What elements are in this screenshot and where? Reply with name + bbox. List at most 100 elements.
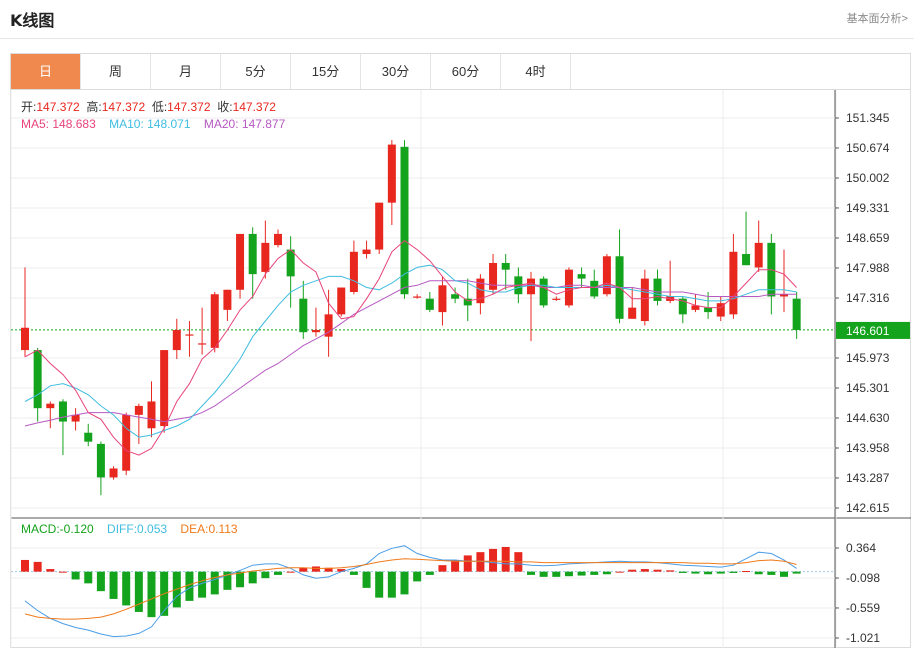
candle-body <box>185 334 194 336</box>
macd-bar <box>640 569 649 572</box>
price-tick-label: 150.002 <box>846 171 890 185</box>
candle-body <box>286 249 295 277</box>
macd-bar <box>742 571 751 573</box>
macd-panel <box>21 545 801 638</box>
macd-bar <box>33 561 42 572</box>
macd-tick-label: -0.559 <box>846 601 880 615</box>
macd-bar <box>311 566 320 572</box>
price-tick-label: 147.988 <box>846 261 890 275</box>
candle-body <box>413 296 422 298</box>
price-tick-label: 143.958 <box>846 441 890 455</box>
candle-body <box>602 256 611 295</box>
macd-bar <box>691 571 700 574</box>
price-tick-label: 148.659 <box>846 231 890 245</box>
ohlc-readout: 开:147.372 高:147.372 低:147.372 收:147.372 <box>21 98 276 115</box>
ma5-line <box>24 239 797 456</box>
candle-body <box>729 251 738 315</box>
macd-bar <box>84 571 93 584</box>
candle-body <box>438 285 447 313</box>
price-tick-label: 145.973 <box>846 351 890 365</box>
candle-body <box>96 443 105 478</box>
ma10-label: MA10: <box>109 117 144 131</box>
macd-bar <box>653 569 662 572</box>
candle-body <box>362 249 371 255</box>
price-tick-label: 143.287 <box>846 471 890 485</box>
macd-bar <box>248 571 257 584</box>
candle-body <box>274 233 282 246</box>
macd-bar <box>754 571 763 575</box>
macd-bar <box>387 571 396 598</box>
macd-bar <box>109 571 118 599</box>
ma20-label: MA20: <box>203 117 239 131</box>
macd-bar <box>236 571 245 588</box>
price-tick-label: 150.674 <box>846 141 890 155</box>
candle-body <box>223 289 232 310</box>
macd-bar <box>185 571 194 601</box>
close-label: 收: <box>217 100 233 114</box>
macd-bar <box>602 571 611 575</box>
macd-bar <box>590 571 599 575</box>
ma5-value: 148.683 <box>52 117 96 131</box>
candles <box>21 140 801 496</box>
candle-body <box>387 144 396 203</box>
current-price-label: 146.601 <box>846 324 890 338</box>
candle-body <box>134 405 143 415</box>
candle-body <box>742 254 751 266</box>
candle-body <box>653 278 662 301</box>
macd-tick-label: 0.364 <box>846 541 876 555</box>
candle-body <box>640 278 649 322</box>
candle-body <box>590 280 599 297</box>
dea-label: DEA: <box>180 522 209 536</box>
macd-bar <box>780 571 788 577</box>
close-value: 147.372 <box>232 100 276 114</box>
candle-body <box>84 432 93 442</box>
candle-body <box>46 403 55 409</box>
candle-body <box>160 350 169 427</box>
macd-bar <box>375 571 384 598</box>
macd-bar <box>122 571 131 606</box>
candle-body <box>375 202 384 250</box>
high-value: 147.372 <box>101 100 146 114</box>
macd-value: -0.120 <box>59 522 94 536</box>
macd-bar <box>400 571 409 595</box>
macd-bar <box>539 571 548 577</box>
open-label: 开: <box>21 100 37 114</box>
candle-body <box>704 307 713 313</box>
macd-bar <box>564 571 573 577</box>
macd-tick-label: -1.021 <box>846 631 880 645</box>
macd-bar <box>552 571 561 577</box>
macd-bar <box>527 571 535 575</box>
candle-body <box>109 468 118 478</box>
candle-body <box>337 287 346 315</box>
macd-bar <box>362 571 371 588</box>
macd-bar <box>71 571 80 580</box>
candle-body <box>198 343 207 345</box>
candle-body <box>210 294 219 348</box>
candle-body <box>33 350 42 409</box>
macd-bar <box>425 571 434 575</box>
candle-body <box>552 298 561 300</box>
candle-body <box>577 274 586 279</box>
macd-bar <box>678 571 687 573</box>
candle-body <box>425 298 434 310</box>
macd-label: MACD: <box>21 522 60 536</box>
open-value: 147.372 <box>36 100 80 114</box>
price-tick-label: 147.316 <box>846 291 890 305</box>
ma5-label: MA5: <box>21 117 50 131</box>
macd-bar <box>767 571 776 575</box>
candle-body <box>311 329 320 333</box>
macd-bar <box>58 571 67 573</box>
candle-body <box>21 327 29 351</box>
macd-bar <box>134 571 143 612</box>
candle-body <box>754 242 763 268</box>
macd-bar <box>349 571 358 575</box>
candle-body <box>527 278 535 295</box>
macd-bar <box>210 571 219 595</box>
macd-bar <box>261 571 270 579</box>
macd-bar <box>666 570 675 572</box>
macd-bar <box>729 571 738 573</box>
macd-bar <box>438 565 447 572</box>
macd-tick-label: -0.098 <box>846 571 880 585</box>
candle-body <box>792 298 801 330</box>
macd-bar <box>46 569 55 572</box>
